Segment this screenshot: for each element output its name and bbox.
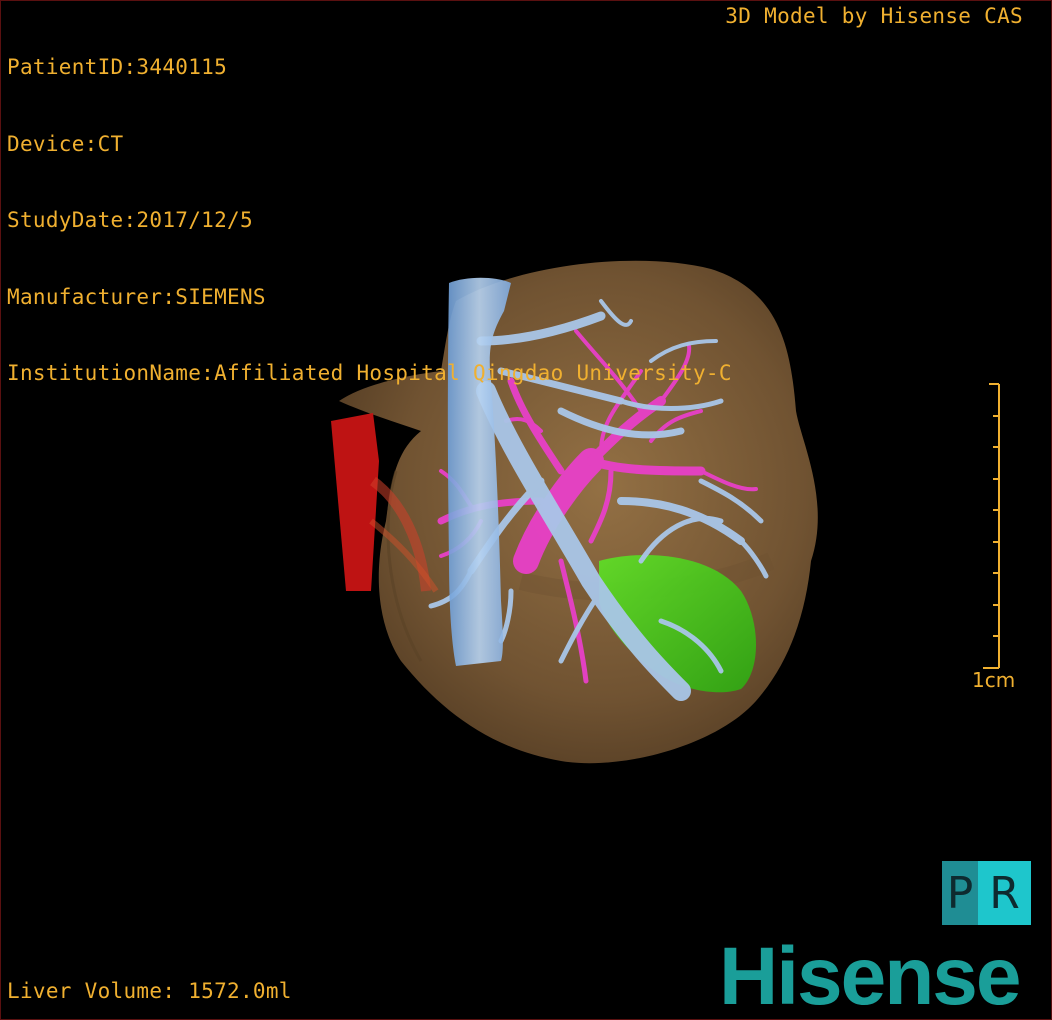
pr-button-letter-p: P (942, 861, 978, 925)
pr-toggle-button[interactable]: P R (942, 861, 1031, 925)
scale-bar (983, 383, 1000, 669)
3d-viewport[interactable]: 1cm PatientID:3440115 Device:CT StudyDat… (0, 0, 1052, 1020)
manufacturer-text: Manufacturer:SIEMENS (7, 284, 266, 309)
liver-volume-readout: Liver Volume: 1572.0ml (7, 979, 292, 1003)
hisense-logo-text: Hisense (719, 931, 1022, 1020)
patient-id-text: PatientID:3440115 (7, 55, 228, 79)
model-credit-text: 3D Model by Hisense CAS (725, 4, 1023, 28)
hisense-logo: Hisense (719, 936, 1022, 1018)
device-text: Device:CT (7, 131, 124, 156)
institution-text: InstitutionName:Affiliated Hospital Qing… (7, 361, 732, 385)
study-date-text: StudyDate:2017/12/5 (7, 208, 253, 232)
scale-bar-label: 1cm (972, 668, 1016, 692)
aorta (331, 413, 379, 591)
pr-button-letter-r: R (978, 861, 1031, 925)
patient-info-panel: PatientID:3440115 Device:CT StudyDate:20… (7, 4, 732, 438)
